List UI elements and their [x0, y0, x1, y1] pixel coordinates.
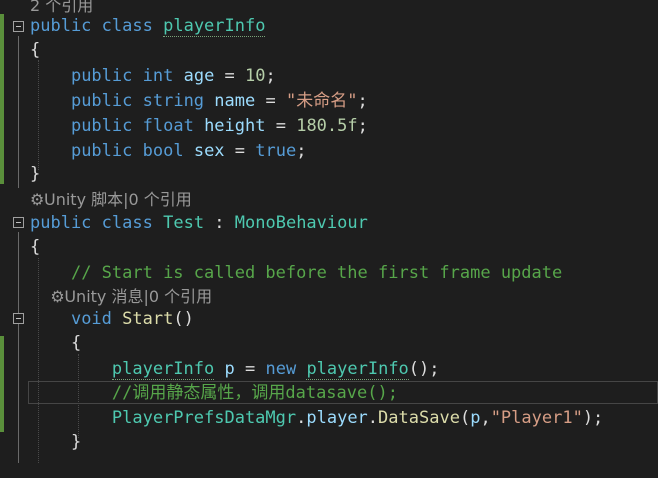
code-line: void Start() — [0, 307, 658, 331]
number-literal: 10 — [245, 66, 266, 86]
brace: { — [70, 333, 82, 353]
number-literal: 180.5f — [296, 116, 358, 136]
code-line: public string name = "未命名"; — [0, 89, 658, 113]
punctuation: ; — [296, 141, 307, 161]
field-name[interactable]: height — [204, 116, 265, 136]
member-name[interactable]: player — [306, 408, 367, 428]
operator: = — [255, 91, 286, 111]
brace: { — [30, 40, 41, 60]
punctuation: : — [204, 213, 235, 233]
string-literal: "Player1" — [490, 408, 583, 428]
punctuation: (); — [408, 359, 440, 379]
punctuation: ( — [459, 408, 471, 428]
code-line: { — [0, 331, 658, 355]
keyword: void — [70, 309, 112, 329]
code-line: public class playerInfo — [0, 14, 658, 38]
code-line: } — [0, 430, 658, 454]
keyword: class — [101, 213, 153, 233]
punctuation: ); — [582, 408, 604, 428]
comment: //调用静态属性，调用datasave(); — [111, 383, 398, 403]
unity-component-icon: ⚙ — [30, 190, 45, 209]
keyword: public — [70, 91, 133, 111]
base-class-name[interactable]: MonoBehaviour — [235, 213, 368, 233]
keyword: public — [70, 141, 133, 161]
unity-component-icon: ⚙ — [50, 287, 65, 306]
code-line: playerInfo p = new playerInfo(); — [0, 357, 658, 381]
keyword: public — [70, 66, 133, 86]
field-name[interactable]: age — [184, 66, 215, 86]
operator: = — [224, 141, 256, 161]
punctuation: ; — [265, 66, 276, 86]
keyword: public — [30, 213, 92, 233]
code-line: ⚙Unity 消息|0 个引用 — [0, 285, 658, 309]
operator: = — [234, 359, 266, 379]
type-name[interactable]: playerInfo — [306, 359, 409, 380]
brace: } — [70, 432, 82, 452]
punctuation: ; — [357, 116, 368, 136]
type-name[interactable]: playerInfo — [111, 359, 215, 380]
code-line: public int age = 10; — [0, 64, 658, 88]
punctuation: , — [480, 408, 491, 428]
keyword: class — [101, 16, 153, 36]
keyword: int — [142, 66, 174, 86]
class-name[interactable]: playerInfo — [163, 16, 266, 37]
field-name[interactable]: sex — [194, 141, 225, 161]
punctuation: () — [173, 309, 194, 329]
keyword: float — [142, 116, 194, 136]
variable-name[interactable]: p — [225, 359, 235, 379]
code-line: ⚙Unity 脚本|0 个引用 — [0, 188, 658, 212]
code-line: } — [0, 162, 658, 186]
punctuation: . — [367, 408, 379, 428]
method-name[interactable]: Start — [122, 309, 173, 329]
code-line: // Start is called before the first fram… — [0, 261, 658, 285]
code-line: { — [0, 235, 658, 259]
class-name[interactable]: PlayerPrefsDataMgr — [112, 408, 296, 428]
keyword: true — [255, 141, 297, 161]
class-name[interactable]: Test — [163, 213, 204, 233]
code-line: PlayerPrefsDataMgr.player.DataSave(p,"Pl… — [0, 406, 658, 430]
code-line: { — [0, 38, 658, 62]
operator: = — [265, 116, 297, 136]
keyword: string — [142, 91, 205, 111]
codelens-label[interactable]: Unity 脚本|0 个引用 — [44, 190, 192, 209]
keyword: public — [30, 16, 92, 36]
argument[interactable]: p — [470, 408, 480, 428]
string-literal: "未命名" — [285, 91, 358, 111]
brace: } — [30, 164, 41, 184]
keyword: public — [70, 116, 133, 136]
field-name[interactable]: name — [214, 91, 255, 111]
keyword: bool — [142, 141, 184, 161]
punctuation: ; — [357, 91, 368, 111]
codelens-label[interactable]: Unity 消息|0 个引用 — [64, 287, 212, 306]
method-name[interactable]: DataSave — [378, 408, 460, 428]
comment: // Start is called before the first fram… — [70, 263, 563, 283]
code-line: public class Test : MonoBehaviour — [0, 211, 658, 235]
keyword: new — [265, 359, 297, 379]
code-line: public bool sex = true; — [0, 139, 658, 163]
brace: { — [30, 237, 41, 257]
operator: = — [214, 66, 246, 86]
code-line: //调用静态属性，调用datasave(); — [0, 381, 658, 405]
punctuation: . — [296, 408, 307, 428]
code-line: public float height = 180.5f; — [0, 114, 658, 138]
